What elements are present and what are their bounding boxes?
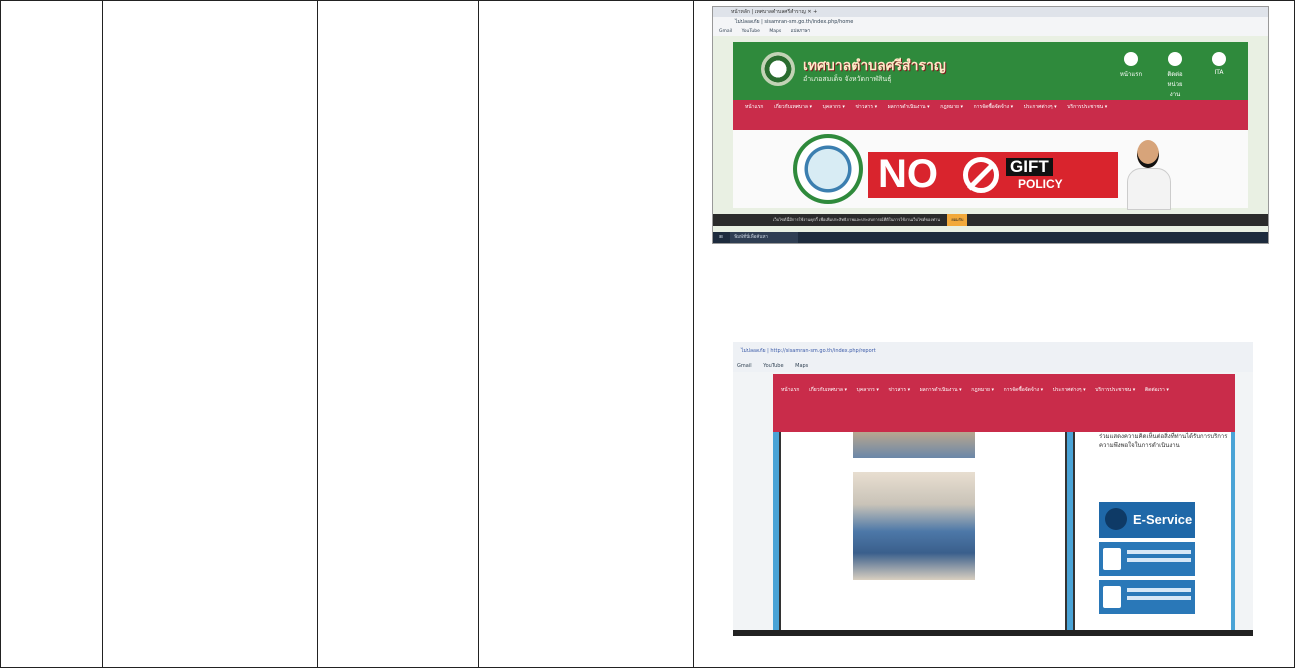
nav-item[interactable]: ผลการดำเนินงาน ▾ bbox=[888, 104, 930, 110]
screenshot-homepage: หน้าหลัก | เทศบาลตำบลศรีสำราญ ✕ + ไม่ปลอ… bbox=[712, 6, 1269, 244]
document-icon bbox=[1103, 548, 1121, 570]
site-header: เทศบาลตำบลศรีสำราญ อำเภอสมเด็จ จังหวัดกา… bbox=[733, 42, 1248, 100]
nav-item[interactable]: ข่าวสาร ▾ bbox=[888, 387, 910, 393]
person-head bbox=[1137, 140, 1159, 168]
contact-icon bbox=[1168, 52, 1182, 66]
nav-item[interactable]: บริการประชาชน ▾ bbox=[1067, 104, 1107, 110]
browser-tab[interactable]: หน้าหลัก | เทศบาลตำบลศรีสำราญ ✕ + bbox=[713, 7, 1268, 17]
eservice-banner[interactable]: E-Service bbox=[1099, 502, 1195, 538]
nav-item[interactable]: ติดต่อเรา ▾ bbox=[1145, 387, 1169, 393]
municipality-seal bbox=[793, 134, 863, 204]
bookmark-item[interactable]: Maps bbox=[795, 363, 808, 369]
column-divider bbox=[102, 0, 103, 668]
main-nav: หน้าแรก เกี่ยวกับเทศบาล ▾ บุคลากร ▾ ข่าว… bbox=[773, 374, 1235, 432]
home-shortcut[interactable]: หน้าแรก bbox=[1119, 52, 1143, 79]
address-bar[interactable]: ไม่ปลอดภัย | sisamran-sm.go.th/index.php… bbox=[713, 17, 1268, 27]
bookmark-item[interactable]: Gmail bbox=[737, 363, 752, 369]
bottom-bar bbox=[733, 630, 1253, 636]
address-bar[interactable]: ไม่ปลอดภัย | http://sisamran-sm.go.th/in… bbox=[733, 342, 1253, 360]
prohibition-icon bbox=[963, 157, 999, 193]
page-content: ร่วมแสดงความคิดเห็นต่อสิ่งที่ท่านได้รับก… bbox=[773, 432, 1235, 630]
banner-gift: GIFT bbox=[1006, 158, 1053, 176]
ita-icon bbox=[1212, 52, 1226, 66]
sidebar-text: ร่วมแสดงความคิดเห็นต่อสิ่งที่ท่านได้รับก… bbox=[1099, 433, 1228, 449]
cookie-accept-button[interactable]: ยอมรับ bbox=[947, 214, 968, 226]
column-divider bbox=[317, 0, 318, 668]
nav-item[interactable]: เกี่ยวกับเทศบาล ▾ bbox=[809, 387, 847, 393]
cookie-notice: เว็บไซต์นี้มีการใช้งานคุกกี้ เพื่อเพิ่มป… bbox=[713, 214, 1268, 226]
bookmark-item[interactable]: YouTube bbox=[742, 29, 760, 34]
nav-item[interactable]: หน้าแรก bbox=[745, 104, 763, 110]
banner-no: NO bbox=[878, 152, 938, 196]
nav-item[interactable]: การจัดซื้อจัดจ้าง ▾ bbox=[974, 104, 1014, 110]
nav-item[interactable]: บุคลากร ▾ bbox=[823, 104, 845, 110]
nav-item[interactable]: เกี่ยวกับเทศบาล ▾ bbox=[774, 104, 812, 110]
service-card[interactable] bbox=[1099, 580, 1195, 614]
card-text bbox=[1127, 550, 1191, 554]
nav-item[interactable]: ประกาศต่างๆ ▾ bbox=[1024, 104, 1057, 110]
bookmark-item[interactable]: Gmail bbox=[719, 29, 732, 34]
main-nav: หน้าแรก เกี่ยวกับเทศบาล ▾ บุคลากร ▾ ข่าว… bbox=[733, 100, 1248, 130]
bookmark-item[interactable]: Maps bbox=[769, 29, 781, 34]
bookmarks-bar: Gmail YouTube Maps แปลภาษา bbox=[713, 27, 1268, 36]
no-gift-policy-banner: NO GIFT POLICY bbox=[733, 130, 1248, 210]
bookmark-item[interactable]: YouTube bbox=[763, 363, 783, 369]
nav-item[interactable]: ผลการดำเนินงาน ▾ bbox=[920, 387, 962, 393]
eservice-icon bbox=[1105, 508, 1127, 530]
service-card[interactable] bbox=[1099, 542, 1195, 576]
activity-photo bbox=[853, 432, 975, 458]
nav-item[interactable]: การจัดซื้อจัดจ้าง ▾ bbox=[1004, 387, 1044, 393]
card-text bbox=[1127, 588, 1191, 592]
start-icon[interactable]: ⊞ bbox=[719, 235, 723, 240]
nav-item[interactable]: กฎหมาย ▾ bbox=[971, 387, 994, 393]
nav-item[interactable]: บริการประชาชน ▾ bbox=[1095, 387, 1135, 393]
megaphone-icon bbox=[1103, 586, 1121, 608]
column-divider bbox=[478, 0, 479, 668]
taskbar-search[interactable]: พิมพ์ที่นี่เพื่อค้นหา bbox=[730, 232, 798, 243]
activity-photo bbox=[853, 472, 975, 580]
site-subtitle: อำเภอสมเด็จ จังหวัดกาฬสินธุ์ bbox=[803, 75, 892, 83]
ita-shortcut[interactable]: ITA bbox=[1207, 52, 1231, 76]
nav-item[interactable]: กฎหมาย ▾ bbox=[940, 104, 963, 110]
banner-policy: POLICY bbox=[1018, 177, 1063, 191]
screenshot-report-page: ไม่ปลอดภัย | http://sisamran-sm.go.th/in… bbox=[733, 342, 1253, 636]
contact-shortcut[interactable]: ติดต่อหน่วยงาน bbox=[1163, 52, 1187, 99]
person-body bbox=[1127, 168, 1171, 210]
mayor-photo bbox=[1125, 138, 1171, 210]
column-divider bbox=[693, 0, 694, 668]
main-column bbox=[779, 432, 1067, 630]
home-icon bbox=[1124, 52, 1138, 66]
nav-item[interactable]: ข่าวสาร ▾ bbox=[855, 104, 877, 110]
document-page: หน้าหลัก | เทศบาลตำบลศรีสำราญ ✕ + ไม่ปลอ… bbox=[0, 0, 1295, 668]
municipality-logo bbox=[761, 52, 795, 86]
no-gift-panel: NO GIFT POLICY bbox=[868, 152, 1118, 198]
nav-item[interactable]: ประกาศต่างๆ ▾ bbox=[1053, 387, 1086, 393]
bookmarks-bar: Gmail YouTube Maps bbox=[733, 360, 1253, 372]
windows-taskbar: ⊞ พิมพ์ที่นี่เพื่อค้นหา bbox=[713, 232, 1268, 243]
eservice-label: E-Service bbox=[1133, 512, 1193, 527]
cookie-text: เว็บไซต์นี้มีการใช้งานคุกกี้ เพื่อเพิ่มป… bbox=[773, 217, 941, 222]
sidebar: ร่วมแสดงความคิดเห็นต่อสิ่งที่ท่านได้รับก… bbox=[1073, 432, 1231, 630]
nav-item[interactable]: บุคลากร ▾ bbox=[857, 387, 879, 393]
nav-item[interactable]: หน้าแรก bbox=[781, 387, 799, 393]
bookmark-item[interactable]: แปลภาษา bbox=[791, 29, 811, 34]
